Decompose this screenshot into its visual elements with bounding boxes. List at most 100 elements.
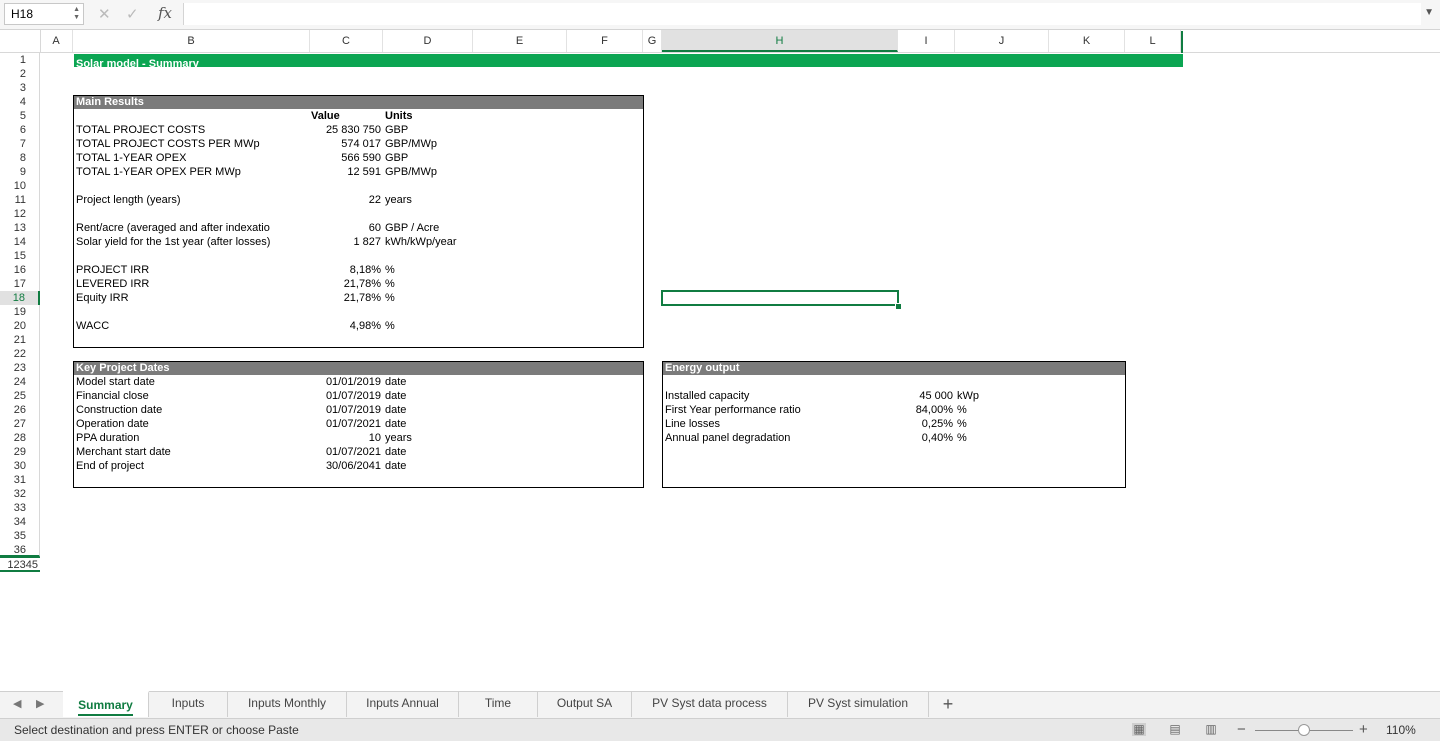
main-results-label[interactable]: WACC [76, 319, 308, 333]
main-results-label[interactable]: TOTAL 1-YEAR OPEX PER MWp [76, 165, 308, 179]
main-results-unit[interactable]: years [385, 193, 412, 207]
units-column-header[interactable]: Units [385, 109, 413, 123]
key-dates-unit[interactable]: date [385, 403, 406, 417]
main-results-unit[interactable]: % [385, 277, 395, 291]
row-header-21[interactable]: 21 [0, 333, 40, 347]
row-header-1[interactable]: 1 [0, 53, 40, 67]
row-header-23[interactable]: 23 [0, 361, 40, 375]
main-results-unit[interactable]: GBP [385, 123, 408, 137]
row-header-5[interactable]: 5 [0, 109, 40, 123]
main-results-unit[interactable]: GPB/MWp [385, 165, 437, 179]
main-results-header[interactable]: Main Results [74, 96, 643, 109]
value-column-header[interactable]: Value [311, 109, 340, 123]
fill-handle[interactable] [895, 303, 902, 310]
zoom-in-button[interactable]: + [1359, 721, 1368, 738]
key-dates-label[interactable]: Model start date [76, 375, 308, 389]
column-header-j[interactable]: J [955, 30, 1049, 52]
main-results-value[interactable]: 8,18% [350, 263, 381, 277]
row-header-7[interactable]: 7 [0, 137, 40, 151]
main-results-unit[interactable]: GBP / Acre [385, 221, 439, 235]
row-header-13[interactable]: 13 [0, 221, 40, 235]
energy-output-unit[interactable]: % [957, 431, 967, 445]
next-sheet-icon[interactable]: ▶ [36, 697, 44, 710]
tab-pv-syst-simulation[interactable]: PV Syst simulation [788, 691, 929, 717]
row-header-24[interactable]: 24 [0, 375, 40, 389]
main-results-label[interactable]: Solar yield for the 1st year (after loss… [76, 235, 308, 249]
row-header-33[interactable]: 33 [0, 501, 40, 515]
column-header-i[interactable]: I [898, 30, 955, 52]
energy-output-value[interactable]: 0,40% [922, 431, 953, 445]
column-header-f[interactable]: F [567, 30, 643, 52]
row-header-30[interactable]: 30 [0, 459, 40, 473]
row-header-11[interactable]: 11 [0, 193, 40, 207]
row-header-14[interactable]: 14 [0, 235, 40, 249]
key-dates-value[interactable]: 01/07/2021 [326, 417, 381, 431]
energy-output-value[interactable]: 0,25% [922, 417, 953, 431]
row-header-28[interactable]: 28 [0, 431, 40, 445]
main-results-value[interactable]: 12 591 [347, 165, 381, 179]
main-results-unit[interactable]: kWh/kWp/year [385, 235, 457, 249]
energy-output-unit[interactable]: % [957, 403, 967, 417]
main-results-unit[interactable]: GBP [385, 151, 408, 165]
row-header-31[interactable]: 31 [0, 473, 40, 487]
zoom-level[interactable]: 110% [1386, 723, 1416, 737]
main-results-value[interactable]: 4,98% [350, 319, 381, 333]
energy-output-value[interactable]: 84,00% [916, 403, 953, 417]
energy-output-header[interactable]: Energy output [663, 362, 1125, 375]
tab-pv-syst-data-process[interactable]: PV Syst data process [632, 691, 788, 717]
tab-inputs[interactable]: Inputs [149, 691, 228, 717]
column-header-g[interactable]: G [643, 30, 662, 52]
key-dates-unit[interactable]: date [385, 375, 406, 389]
main-results-label[interactable]: PROJECT IRR [76, 263, 308, 277]
energy-output-label[interactable]: Line losses [665, 417, 897, 431]
prev-sheet-icon[interactable]: ◀ [13, 697, 21, 710]
column-header-l[interactable]: L [1125, 30, 1181, 52]
key-dates-label[interactable]: Construction date [76, 403, 308, 417]
select-all-corner[interactable] [0, 30, 41, 52]
zoom-out-button[interactable]: − [1237, 721, 1246, 738]
main-results-value[interactable]: 566 590 [341, 151, 381, 165]
column-header-h[interactable]: H [662, 30, 898, 52]
row-header-6[interactable]: 6 [0, 123, 40, 137]
insert-function-button[interactable]: fx [158, 4, 172, 22]
row-header-2[interactable]: 2 [0, 67, 40, 81]
main-results-label[interactable]: TOTAL 1-YEAR OPEX [76, 151, 308, 165]
page-layout-view-icon[interactable]: ▤ [1168, 723, 1182, 736]
main-results-value[interactable]: 574 017 [341, 137, 381, 151]
tab-inputs-annual[interactable]: Inputs Annual [347, 691, 459, 717]
row-header-27[interactable]: 27 [0, 417, 40, 431]
row-header-25[interactable]: 25 [0, 389, 40, 403]
row-header-29[interactable]: 29 [0, 445, 40, 459]
key-dates-value[interactable]: 10 [369, 431, 381, 445]
main-results-label[interactable]: LEVERED IRR [76, 277, 308, 291]
formula-input[interactable] [183, 3, 1421, 25]
normal-view-icon[interactable]: ▦ [1132, 723, 1146, 736]
cancel-icon[interactable]: ✕ [98, 5, 111, 23]
main-results-unit[interactable]: GBP/MWp [385, 137, 437, 151]
row-header-extra[interactable]: 12345 [0, 557, 40, 572]
energy-output-label[interactable]: First Year performance ratio [665, 403, 897, 417]
main-results-value[interactable]: 1 827 [353, 235, 381, 249]
key-dates-unit[interactable]: date [385, 389, 406, 403]
key-dates-value[interactable]: 01/07/2019 [326, 389, 381, 403]
main-results-label[interactable]: TOTAL PROJECT COSTS PER MWp [76, 137, 308, 151]
row-header-17[interactable]: 17 [0, 277, 40, 291]
key-dates-value[interactable]: 01/01/2019 [326, 375, 381, 389]
key-dates-unit[interactable]: years [385, 431, 412, 445]
row-header-19[interactable]: 19 [0, 305, 40, 319]
row-header-32[interactable]: 32 [0, 487, 40, 501]
name-box-spinner-icon[interactable]: ▲ ▼ [73, 6, 80, 22]
row-header-22[interactable]: 22 [0, 347, 40, 361]
name-box[interactable]: H18 ▲ ▼ [4, 3, 84, 25]
add-sheet-button[interactable]: + [936, 694, 960, 715]
main-results-value[interactable]: 21,78% [344, 277, 381, 291]
row-header-4[interactable]: 4 [0, 95, 40, 109]
row-header-18[interactable]: 18 [0, 291, 40, 305]
key-dates-label[interactable]: PPA duration [76, 431, 308, 445]
main-results-label[interactable]: Equity IRR [76, 291, 308, 305]
row-header-15[interactable]: 15 [0, 249, 40, 263]
energy-output-value[interactable]: 45 000 [919, 389, 953, 403]
main-results-label[interactable]: Project length (years) [76, 193, 308, 207]
energy-output-label[interactable]: Installed capacity [665, 389, 897, 403]
main-results-label[interactable]: Rent/acre (averaged and after indexatio [76, 221, 308, 235]
